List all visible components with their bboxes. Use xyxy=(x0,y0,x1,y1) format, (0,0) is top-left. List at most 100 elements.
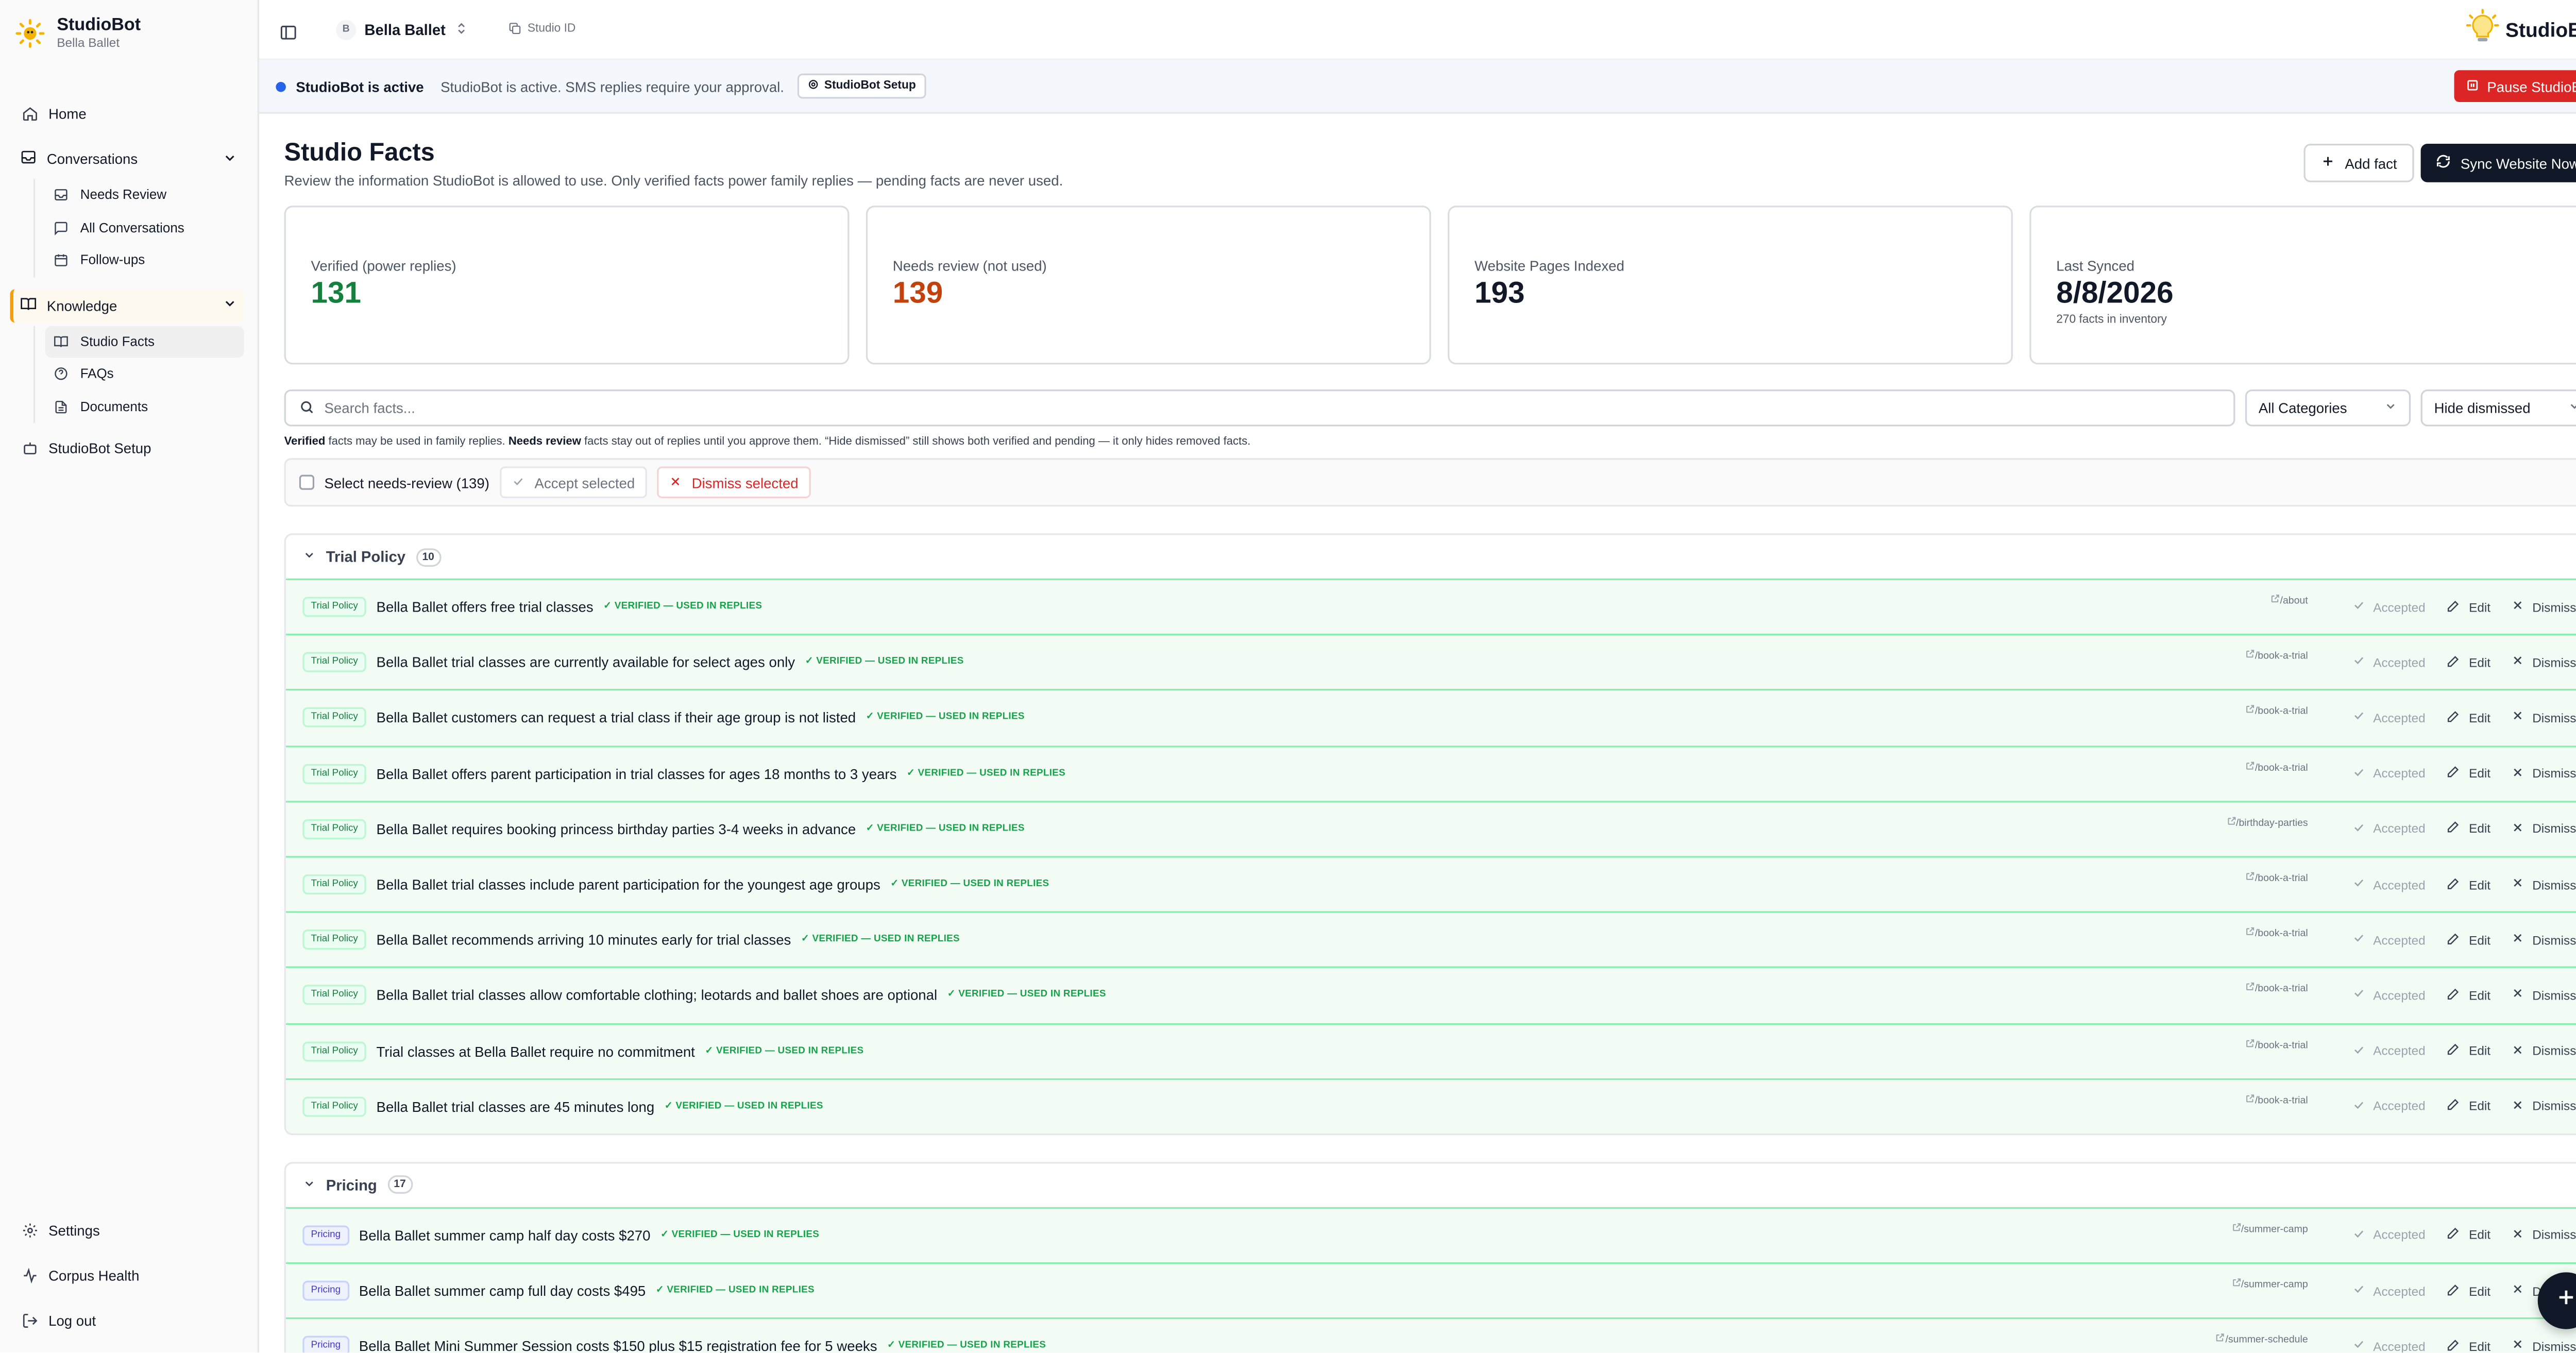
dismiss-selected-button[interactable]: Dismiss selected xyxy=(656,466,810,498)
sidebar-item-settings[interactable]: Settings xyxy=(13,1207,244,1253)
source-link[interactable]: /about xyxy=(2270,594,2308,607)
accepted-button[interactable]: Accepted xyxy=(2351,1042,2426,1059)
source-link[interactable]: /birthday-parties xyxy=(2226,816,2308,829)
studio-switcher[interactable]: B Bella Ballet xyxy=(336,19,467,40)
x-icon xyxy=(2511,821,2524,837)
sidebar-item-all-conversations[interactable]: All Conversations xyxy=(45,211,244,244)
accept-selected-button[interactable]: Accept selected xyxy=(499,466,647,498)
sidebar-item-studio-facts[interactable]: Studio Facts xyxy=(45,325,244,358)
source-link[interactable]: /book-a-trial xyxy=(2245,982,2308,995)
dismiss-button[interactable]: Dismiss xyxy=(2511,654,2576,671)
edit-button[interactable]: Edit xyxy=(2446,986,2490,1005)
search-input[interactable]: Search facts... xyxy=(284,390,2235,427)
dismiss-button[interactable]: Dismiss xyxy=(2511,876,2576,892)
fact-row: Pricing Bella Ballet Mini Summer Session … xyxy=(285,1317,2576,1353)
edit-button[interactable]: Edit xyxy=(2446,653,2490,672)
sidebar: StudioBot Bella Ballet Home Conversation… xyxy=(0,0,259,1353)
accepted-button[interactable]: Accepted xyxy=(2351,932,2426,948)
fact-text: Bella Ballet recommends arriving 10 minu… xyxy=(376,932,791,949)
edit-button[interactable]: Edit xyxy=(2446,709,2490,728)
fact-row: Trial Policy Bella Ballet trial classes a… xyxy=(285,1077,2576,1134)
accepted-button[interactable]: Accepted xyxy=(2351,987,2426,1004)
studio-id-button[interactable]: Studio ID xyxy=(507,21,575,38)
accepted-button[interactable]: Accepted xyxy=(2351,876,2426,892)
sidebar-item-knowledge[interactable]: Knowledge xyxy=(10,288,244,322)
dismiss-button[interactable]: Dismiss xyxy=(2511,1042,2576,1059)
accepted-button[interactable]: Accepted xyxy=(2351,1282,2426,1299)
select-needs-review-checkbox[interactable] xyxy=(299,475,315,490)
category-select[interactable]: All Categories xyxy=(2245,390,2411,427)
dismiss-button[interactable]: Dismiss xyxy=(2511,1227,2576,1244)
source-link[interactable]: /book-a-trial xyxy=(2245,1093,2308,1106)
fact-section: Pricing 17 Pricing Bella Ballet summer camp… xyxy=(284,1161,2576,1353)
dismiss-button[interactable]: Dismiss xyxy=(2511,709,2576,726)
sidebar-item-documents[interactable]: Documents xyxy=(45,391,244,423)
edit-button[interactable]: Edit xyxy=(2446,1097,2490,1116)
brand[interactable]: StudioBot Bella Ballet xyxy=(0,0,258,67)
accepted-button[interactable]: Accepted xyxy=(2351,821,2426,837)
sidebar-toggle-icon[interactable] xyxy=(279,19,299,39)
nav-group-conversations: Conversations Needs Review All Conversat… xyxy=(13,142,244,277)
accepted-button[interactable]: Accepted xyxy=(2351,1227,2426,1244)
dismiss-button[interactable]: Dismiss xyxy=(2511,821,2576,837)
section-header[interactable]: Pricing 17 xyxy=(286,1163,2576,1207)
sidebar-item-faqs[interactable]: FAQs xyxy=(45,358,244,390)
studiobot-setup-button[interactable]: StudioBot Setup xyxy=(797,73,926,99)
sidebar-item-home[interactable]: Home xyxy=(13,97,244,130)
section-header[interactable]: Trial Policy 10 xyxy=(286,535,2576,578)
accepted-button[interactable]: Accepted xyxy=(2351,765,2426,782)
accepted-button[interactable]: Accepted xyxy=(2351,709,2426,726)
accepted-button[interactable]: Accepted xyxy=(2351,1098,2426,1114)
accepted-button[interactable]: Accepted xyxy=(2351,654,2426,671)
edit-label: Edit xyxy=(2469,1339,2491,1353)
edit-button[interactable]: Edit xyxy=(2446,764,2490,783)
verified-badge: ✓ VERIFIED — USED IN REPLIES xyxy=(866,824,1025,834)
edit-button[interactable]: Edit xyxy=(2446,598,2490,616)
source-link[interactable]: /book-a-trial xyxy=(2245,705,2308,718)
sidebar-item-corpus-health[interactable]: Corpus Health xyxy=(13,1252,244,1297)
source-link[interactable]: /book-a-trial xyxy=(2245,760,2308,773)
edit-button[interactable]: Edit xyxy=(2446,1042,2490,1060)
source-link[interactable]: /summer-camp xyxy=(2231,1222,2308,1236)
dismiss-label: Dismiss xyxy=(2532,988,2576,1003)
source-link[interactable]: /summer-schedule xyxy=(2215,1333,2308,1346)
fact-text: Bella Ballet offers parent participation… xyxy=(376,765,897,782)
dismiss-button[interactable]: Dismiss xyxy=(2511,1098,2576,1114)
source-link[interactable]: /book-a-trial xyxy=(2245,1038,2308,1051)
x-icon xyxy=(2511,987,2524,1004)
edit-button[interactable]: Edit xyxy=(2446,931,2490,949)
sidebar-item-studiobot-setup[interactable]: StudioBot Setup xyxy=(13,431,244,465)
sidebar-item-conversations[interactable]: Conversations xyxy=(13,142,244,176)
sidebar-item-follow-ups[interactable]: Follow-ups xyxy=(45,244,244,277)
pause-studiobot-button[interactable]: Pause StudioBot xyxy=(2453,70,2576,102)
chevron-down-icon xyxy=(302,548,316,565)
accepted-button[interactable]: Accepted xyxy=(2351,599,2426,615)
accepted-label: Accepted xyxy=(2373,599,2426,615)
edit-button[interactable]: Edit xyxy=(2446,1226,2490,1245)
home-icon xyxy=(20,105,39,123)
fact-row: Pricing Bella Ballet summer camp full day… xyxy=(285,1262,2576,1318)
source-link[interactable]: /book-a-trial xyxy=(2245,649,2308,663)
source-link[interactable]: /summer-camp xyxy=(2231,1278,2308,1291)
dismiss-button[interactable]: Dismiss xyxy=(2511,1338,2576,1352)
dismiss-button[interactable]: Dismiss xyxy=(2511,765,2576,782)
dismiss-button[interactable]: Dismiss xyxy=(2511,932,2576,948)
source-link[interactable]: /book-a-trial xyxy=(2245,926,2308,940)
edit-button[interactable]: Edit xyxy=(2446,820,2490,838)
dismiss-button[interactable]: Dismiss xyxy=(2511,599,2576,615)
edit-button[interactable]: Edit xyxy=(2446,1282,2490,1300)
dismiss-button[interactable]: Dismiss xyxy=(2511,987,2576,1004)
dismiss-label: Dismiss xyxy=(2532,1228,2576,1243)
source-link[interactable]: /book-a-trial xyxy=(2245,871,2308,885)
external-link-icon xyxy=(2245,705,2255,718)
sidebar-item-log-out[interactable]: Log out xyxy=(13,1297,244,1343)
accepted-button[interactable]: Accepted xyxy=(2351,1338,2426,1352)
dismissed-select[interactable]: Hide dismissed xyxy=(2420,390,2576,427)
edit-button[interactable]: Edit xyxy=(2446,875,2490,894)
sync-website-button[interactable]: Sync Website Now xyxy=(2420,144,2576,182)
edit-button[interactable]: Edit xyxy=(2446,1337,2490,1352)
add-fact-button[interactable]: Add fact xyxy=(2303,144,2414,182)
activity-icon xyxy=(20,1265,39,1284)
pencil-icon xyxy=(2446,598,2461,616)
sidebar-item-needs-review[interactable]: Needs Review xyxy=(45,179,244,211)
